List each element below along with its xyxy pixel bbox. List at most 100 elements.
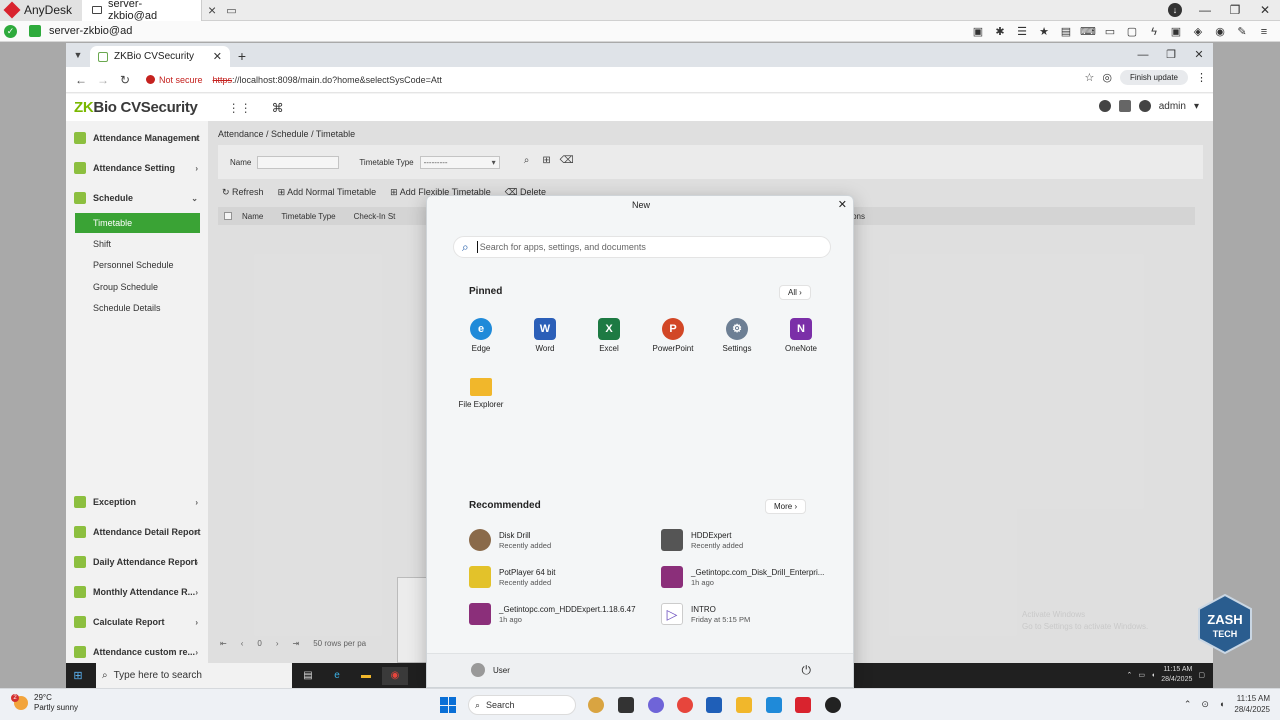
start-search-input[interactable]: ⌕ Search for apps, settings, and documen… (453, 236, 831, 258)
remote-address[interactable]: server-zkbio@ad (49, 25, 132, 37)
volume-icon[interactable]: ◖ (1219, 699, 1224, 709)
widget-icon[interactable] (588, 697, 604, 713)
reload-icon[interactable]: ↻ (114, 73, 136, 87)
sidebar-sub-personnel-schedule[interactable]: Personnel Schedule (75, 255, 200, 275)
anydesk-session-tab[interactable]: server-zkbio@ad (82, 0, 203, 22)
recommended-item[interactable]: HDDExpert Recently added (661, 529, 743, 551)
command-icon[interactable]: ⌘ (272, 101, 284, 115)
user-avatar-icon[interactable] (1138, 100, 1151, 112)
sidebar-item-attendance-detail-report[interactable]: Attendance Detail Report › (66, 519, 208, 545)
copilot-icon[interactable] (648, 697, 664, 713)
record-app-icon[interactable] (825, 697, 841, 713)
privacy-icon[interactable]: ◈ (1188, 25, 1208, 38)
all-apps-button[interactable]: All › (779, 285, 811, 300)
apps-grid-icon[interactable]: ⋮⋮ (228, 101, 252, 115)
task-view-icon[interactable]: ▤ (295, 667, 321, 685)
restore-button[interactable]: ❐ (1220, 0, 1250, 21)
compass-icon[interactable] (1098, 100, 1111, 112)
power-icon[interactable]: ⏻ (802, 663, 812, 678)
chat-icon[interactable]: ▢ (1122, 25, 1142, 38)
zkbio-logo[interactable]: ZKBio CVSecurity (74, 99, 198, 116)
browser-tab-zkbio[interactable]: ZKBio CVSecurity ✕ (90, 46, 230, 67)
chevron-down-icon[interactable]: ▾ (1194, 101, 1199, 112)
sidebar-sub-shift[interactable]: Shift (75, 234, 200, 254)
task-view-icon[interactable] (618, 697, 634, 713)
pinned-app-file-explorer[interactable]: File Explorer (449, 374, 513, 409)
sidebar-sub-group-schedule[interactable]: Group Schedule (75, 277, 200, 297)
screen-icon[interactable]: ▭ (1100, 25, 1120, 38)
folder-icon[interactable]: ▬ (353, 667, 379, 685)
favorite-icon[interactable]: ★ (1034, 25, 1054, 38)
microphone-icon[interactable]: ⊙ (1201, 699, 1209, 710)
store-icon[interactable] (706, 697, 722, 713)
recommended-item[interactable]: PotPlayer 64 bit Recently added (469, 566, 555, 588)
tray-chevron-icon[interactable]: ⌃ (1184, 699, 1192, 710)
pinned-app-word[interactable]: W Word (513, 318, 577, 353)
taskbar-search[interactable]: ⌕ Search (468, 695, 576, 715)
edge-icon[interactable]: e (324, 667, 350, 685)
sidebar-item-monthly-attendance-report[interactable]: Monthly Attendance R... › (66, 579, 208, 605)
profile-icon[interactable]: ◎ (1102, 71, 1112, 84)
new-tab-button[interactable]: + (230, 46, 254, 67)
stack-icon[interactable]: ☰ (1012, 25, 1032, 38)
anydesk-logo[interactable]: AnyDesk (0, 0, 83, 21)
remote-clock[interactable]: 11:15 AM 28/4/2025 (1161, 665, 1192, 685)
remote-search-box[interactable]: ⌕ Type here to search (96, 663, 292, 688)
sidebar-sub-schedule-details[interactable]: Schedule Details (75, 298, 200, 318)
pinned-app-onenote[interactable]: N OneNote (769, 318, 833, 353)
printer-icon[interactable] (1118, 100, 1131, 112)
browser-minimize-button[interactable]: — (1129, 43, 1157, 67)
user-account-button[interactable]: User (471, 663, 510, 677)
actions-icon[interactable]: ✱ (990, 25, 1010, 38)
sidebar-item-attendance-custom-report[interactable]: Attendance custom re... › (66, 639, 208, 665)
chrome-icon[interactable] (677, 697, 693, 713)
close-tab-icon[interactable]: ✕ (213, 50, 222, 63)
close-icon[interactable]: ✕ (838, 198, 847, 211)
back-icon[interactable]: ← (70, 73, 92, 87)
pinned-app-edge[interactable]: e Edge (449, 318, 513, 353)
tab-search-icon[interactable]: ▼ (66, 43, 90, 67)
notification-icon[interactable]: ▢ (1198, 671, 1205, 679)
lightning-icon[interactable]: ϟ (1144, 26, 1164, 38)
display-icon[interactable]: ▣ (968, 25, 988, 38)
record-icon[interactable]: ◉ (1210, 25, 1230, 38)
weather-widget[interactable]: 2 29°C Partly sunny (11, 693, 78, 713)
browser-restore-button[interactable]: ❐ (1157, 43, 1185, 67)
minimize-button[interactable]: — (1190, 0, 1220, 21)
bookmark-star-icon[interactable]: ☆ (1084, 71, 1094, 84)
tray-chevron-icon[interactable]: ⌃ (1126, 671, 1132, 679)
volume-icon[interactable]: ◖ (1151, 672, 1155, 679)
forward-icon[interactable]: → (92, 73, 114, 87)
monitor-switch-icon[interactable]: ▣ (1166, 25, 1186, 38)
browser-close-button[interactable]: ✕ (1185, 43, 1213, 67)
sidebar-item-daily-attendance-report[interactable]: Daily Attendance Report › (66, 549, 208, 575)
pinned-app-excel[interactable]: X Excel (577, 318, 641, 353)
pinned-app-settings[interactable]: ⚙ Settings (705, 318, 769, 353)
file-icon[interactable]: ▤ (1056, 25, 1076, 38)
new-session-icon[interactable]: ▭ (226, 4, 236, 17)
close-tab-icon[interactable]: × (202, 2, 222, 18)
chrome-icon[interactable]: ◉ (382, 666, 408, 685)
recommended-item[interactable]: _Getintopc.com_Disk_Drill_Enterpri... 1h … (661, 566, 824, 588)
keyboard-icon[interactable]: ⌨ (1078, 25, 1098, 38)
sidebar-sub-timetable[interactable]: Timetable (75, 213, 200, 233)
anydesk-taskbar-icon[interactable] (795, 697, 811, 713)
windows-start-icon[interactable] (440, 697, 456, 713)
recommended-item[interactable]: Disk Drill Recently added (469, 529, 551, 551)
pinned-app-powerpoint[interactable]: P PowerPoint (641, 318, 705, 353)
sidebar-item-schedule[interactable]: Schedule ⌄ (66, 185, 208, 211)
network-icon[interactable]: ▭ (1138, 671, 1145, 679)
pen-icon[interactable]: ✎ (1232, 25, 1252, 38)
download-icon[interactable]: ↓ (1168, 3, 1182, 17)
sidebar-item-exception[interactable]: Exception › (66, 489, 208, 515)
menu-icon[interactable]: ≡ (1254, 26, 1274, 38)
remote-windows-start-icon[interactable]: ⊞ (66, 669, 90, 682)
sidebar-item-attendance-setting[interactable]: Attendance Setting › (66, 155, 208, 181)
sidebar-item-attendance-management[interactable]: Attendance Management › (66, 125, 208, 151)
browser-menu-icon[interactable]: ⋮ (1196, 71, 1207, 84)
sidebar-item-calculate-report[interactable]: Calculate Report › (66, 609, 208, 635)
folder-icon[interactable] (736, 697, 752, 713)
recommended-item[interactable]: _Getintopc.com_HDDExpert.1.18.6.47 1h ago (469, 603, 636, 625)
more-button[interactable]: More › (765, 499, 807, 514)
clock[interactable]: 11:15 AM 28/4/2025 (1234, 693, 1270, 715)
